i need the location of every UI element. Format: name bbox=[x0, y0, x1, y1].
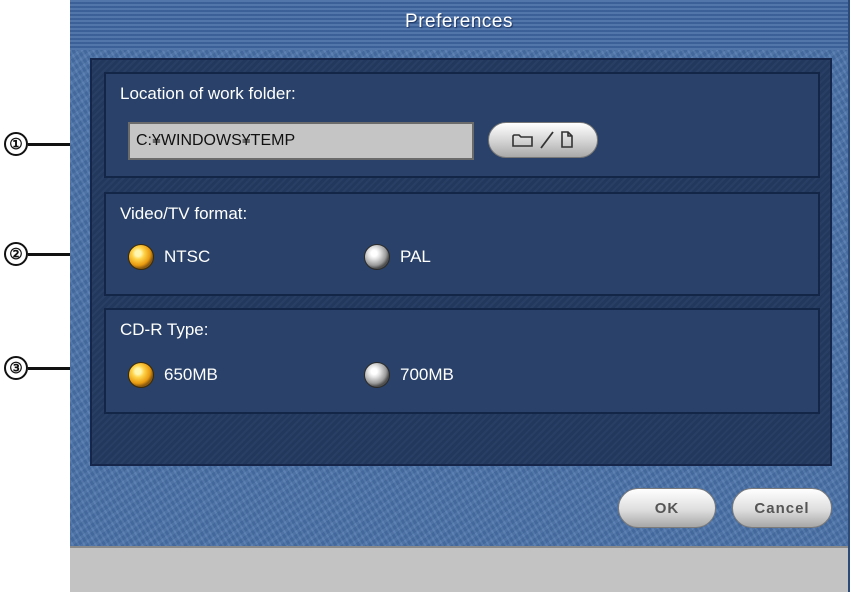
content-panel: Location of work folder: Video/TV format… bbox=[90, 58, 832, 466]
radio-selected-icon bbox=[128, 244, 154, 270]
radio-650mb[interactable]: 650MB bbox=[128, 362, 218, 388]
radio-pal-label: PAL bbox=[400, 247, 431, 266]
radio-700mb[interactable]: 700MB bbox=[364, 362, 454, 388]
work-folder-path-input[interactable] bbox=[128, 122, 474, 160]
browse-folder-button[interactable] bbox=[488, 122, 598, 158]
cancel-button[interactable]: Cancel bbox=[732, 488, 832, 528]
callout-number: ① bbox=[4, 132, 28, 156]
preferences-window: Preferences Location of work folder: Vid… bbox=[70, 0, 850, 592]
file-icon bbox=[561, 131, 573, 148]
video-format-group: Video/TV format: NTSC PAL bbox=[104, 192, 820, 296]
radio-pal[interactable]: PAL bbox=[364, 244, 431, 270]
ok-button[interactable]: OK bbox=[618, 488, 716, 528]
cdr-type-label: CD-R Type: bbox=[120, 320, 209, 339]
callout-number: ③ bbox=[4, 356, 28, 380]
radio-unselected-icon bbox=[364, 362, 390, 388]
video-format-label: Video/TV format: bbox=[120, 204, 248, 223]
radio-unselected-icon bbox=[364, 244, 390, 270]
work-folder-label: Location of work folder: bbox=[120, 84, 296, 103]
window-title: Preferences bbox=[405, 11, 513, 32]
cdr-type-group: CD-R Type: 650MB 700MB bbox=[104, 308, 820, 414]
work-folder-group: Location of work folder: bbox=[104, 72, 820, 178]
radio-650mb-label: 650MB bbox=[164, 365, 218, 384]
radio-700mb-label: 700MB bbox=[400, 365, 454, 384]
folder-icon bbox=[512, 134, 533, 147]
title-bar[interactable]: Preferences bbox=[70, 0, 848, 50]
radio-selected-icon bbox=[128, 362, 154, 388]
slash-separator-icon bbox=[540, 131, 554, 149]
radio-ntsc-label: NTSC bbox=[164, 247, 211, 266]
callout-number: ② bbox=[4, 242, 28, 266]
status-bar bbox=[70, 546, 848, 592]
radio-ntsc[interactable]: NTSC bbox=[128, 244, 210, 270]
